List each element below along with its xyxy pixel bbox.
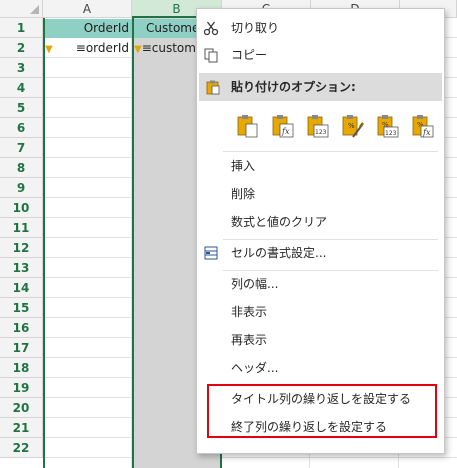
svg-text:123: 123 <box>315 129 327 136</box>
row-header-12[interactable]: 12 <box>0 238 43 258</box>
menu-item-label: コピー <box>231 48 268 62</box>
cell-a1[interactable]: OrderId <box>45 19 132 38</box>
menu-item-format-cells[interactable]: セルの書式設定... <box>197 240 444 266</box>
menu-item-delete[interactable]: 削除 <box>197 181 444 207</box>
menu-item-label: 非表示 <box>231 305 268 319</box>
svg-text:123: 123 <box>385 130 397 137</box>
menu-item-cut[interactable]: 切り取り <box>197 15 444 41</box>
menu-item-label: 挿入 <box>231 159 256 173</box>
menu-item-label: 削除 <box>231 187 256 201</box>
scissors-icon <box>203 21 219 36</box>
row-header-9[interactable]: 9 <box>0 178 43 198</box>
column-header-a[interactable]: A <box>43 0 132 18</box>
menu-item-unhide[interactable]: 再表示 <box>197 327 444 353</box>
paste-icon-graphic <box>237 115 258 138</box>
menu-item-label: ヘッダ... <box>231 361 279 375</box>
svg-text:fx: fx <box>281 127 290 136</box>
menu-item-insert[interactable]: 挿入 <box>197 153 444 179</box>
row-header-8[interactable]: 8 <box>0 158 43 178</box>
cell-b2[interactable]: ▼≡customer <box>134 39 196 58</box>
paste-icon[interactable] <box>236 113 260 139</box>
menu-item-label: 再表示 <box>231 333 268 347</box>
menu-item-copy[interactable]: コピー <box>197 42 444 68</box>
row-header-10[interactable]: 10 <box>0 198 43 218</box>
copy-icon <box>204 48 218 63</box>
paste-formulas-icon[interactable]: fx <box>271 113 295 139</box>
row-header-21[interactable]: 21 <box>0 418 43 438</box>
paste-values-percent-icon-graphic: % 123 <box>377 115 399 138</box>
paste-formulas-percent-icon-graphic: % fx <box>412 115 434 138</box>
row-header-11[interactable]: 11 <box>0 218 43 238</box>
column-a-left-border <box>43 18 45 468</box>
row-header-18[interactable]: 18 <box>0 358 43 378</box>
row-header-6[interactable]: 6 <box>0 118 43 138</box>
menu-item-column-width[interactable]: 列の幅... <box>197 271 444 297</box>
paste-values-icon[interactable]: 123 <box>306 113 330 139</box>
format-cells-icon <box>204 246 218 260</box>
cell-b1[interactable]: Customer <box>134 19 196 38</box>
row-header-14[interactable]: 14 <box>0 278 43 298</box>
menu-item-label: 数式と値のクリア <box>231 215 328 229</box>
template-marker-icon: ▼ <box>134 44 142 55</box>
paste-values-percent-icon[interactable]: % 123 <box>376 113 400 139</box>
menu-item-clear-contents[interactable]: 数式と値のクリア <box>197 209 444 235</box>
row-header-13[interactable]: 13 <box>0 258 43 278</box>
row-header-16[interactable]: 16 <box>0 318 43 338</box>
svg-text:fx: fx <box>422 128 431 137</box>
menu-item-hide[interactable]: 非表示 <box>197 299 444 325</box>
cell-a2[interactable]: ▼ ≡orderId <box>45 39 132 58</box>
row-header-20[interactable]: 20 <box>0 398 43 418</box>
menu-item-label: セルの書式設定... <box>231 246 327 260</box>
row-header-17[interactable]: 17 <box>0 338 43 358</box>
paste-formulas-percent-icon[interactable]: % fx <box>411 113 435 139</box>
row-header-2[interactable]: 2 <box>0 38 43 58</box>
paste-options-label: 貼り付けのオプション: <box>231 80 356 94</box>
select-all-corner[interactable] <box>0 0 43 18</box>
cell-b2-value: ≡customer <box>141 41 196 55</box>
row-header-22[interactable]: 22 <box>0 438 43 458</box>
svg-text:%: % <box>348 122 355 130</box>
menu-separator <box>223 151 438 152</box>
row-header-7[interactable]: 7 <box>0 138 43 158</box>
paste-formulas-icon-graphic: fx <box>272 115 294 138</box>
row-header-4[interactable]: 4 <box>0 78 43 98</box>
row-header-5[interactable]: 5 <box>0 98 43 118</box>
paste-options-header: 貼り付けのオプション: <box>199 73 442 101</box>
row-header-19[interactable]: 19 <box>0 378 43 398</box>
paste-formatting-icon[interactable]: % <box>341 113 365 139</box>
row-header-1[interactable]: 1 <box>0 18 43 38</box>
clipboard-icon <box>206 80 220 95</box>
paste-values-icon-graphic: 123 <box>307 115 329 138</box>
menu-item-label: 切り取り <box>231 21 280 35</box>
row-header-15[interactable]: 15 <box>0 298 43 318</box>
cell-a2-value: ≡orderId <box>75 41 129 55</box>
menu-item-label: 列の幅... <box>231 277 279 291</box>
menu-item-header[interactable]: ヘッダ... <box>197 355 444 381</box>
highlight-box <box>207 384 437 438</box>
template-marker-icon: ▼ <box>45 44 53 55</box>
paste-formatting-icon-graphic: % <box>342 115 364 138</box>
row-header-3[interactable]: 3 <box>0 58 43 78</box>
